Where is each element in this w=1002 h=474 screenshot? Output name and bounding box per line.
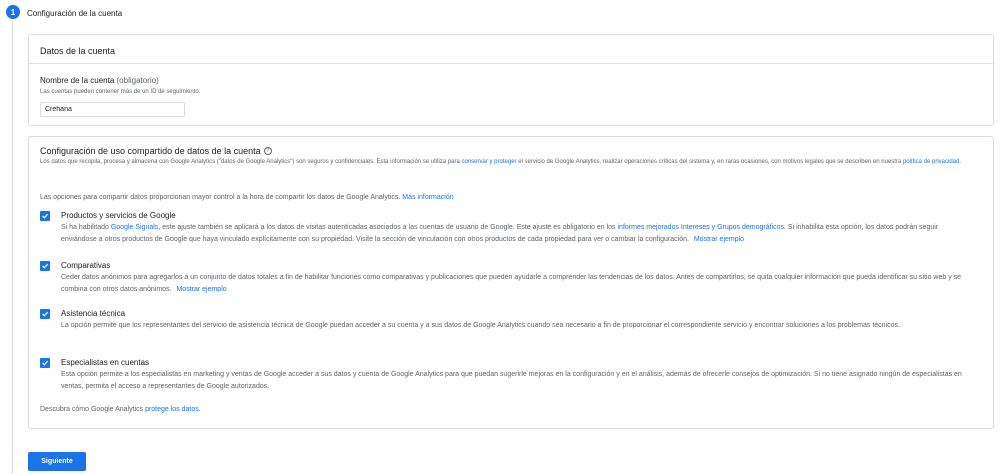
option-title: Comparativas: [61, 261, 111, 270]
help-circle-icon[interactable]: ?: [263, 147, 272, 155]
google-signals-link[interactable]: Google Signals: [111, 224, 158, 231]
google-products-checkbox[interactable]: [40, 211, 50, 221]
sharing-options-intro: Las opciones para compartir datos propor…: [40, 194, 454, 201]
option-description: La opción permite que los representantes…: [61, 322, 900, 329]
more-info-link[interactable]: Más información: [402, 194, 453, 201]
account-name-label-text: Nombre de la cuenta: [40, 76, 115, 85]
conserve-protect-link[interactable]: conservar y proteger: [462, 159, 517, 165]
check-icon: [42, 213, 49, 219]
show-example-link[interactable]: Mostrar ejemplo: [176, 286, 226, 293]
option-description: Esta opción permite a los especialistas …: [61, 371, 962, 390]
data-sharing-card: Configuración de uso compartido de datos…: [28, 136, 994, 429]
account-card-title: Datos de la cuenta: [40, 46, 116, 56]
step-number-badge: 1: [6, 5, 20, 19]
data-sharing-description: Los datos que recopila, procesa y almace…: [40, 158, 980, 167]
option-title: Especialistas en cuentas: [61, 358, 150, 367]
step-connector-line: [12, 22, 13, 474]
check-icon: [42, 360, 49, 366]
account-specialists-checkbox[interactable]: [40, 358, 50, 368]
show-example-link[interactable]: Mostrar ejemplo: [694, 236, 744, 243]
technical-support-checkbox[interactable]: [40, 309, 50, 319]
next-button[interactable]: Siguiente: [28, 452, 86, 471]
check-icon: [42, 263, 49, 269]
data-protection-note-end: .: [198, 406, 201, 413]
option-technical-support: Asistencia técnica La opción permite que…: [40, 309, 970, 349]
account-name-help: Las cuentas pueden contener más de un ID…: [40, 89, 201, 95]
option-desc-part: , este ajuste también se aplicará a los …: [158, 224, 616, 231]
data-protection-note-text: Descubra cómo Google Analytics: [40, 406, 144, 413]
data-sharing-desc-part-2: el servicio de Google Analytics, realiza…: [518, 159, 902, 165]
protects-data-link[interactable]: protege los datos: [145, 406, 199, 413]
sharing-options-intro-text: Las opciones para compartir datos propor…: [40, 194, 401, 201]
data-sharing-title: Configuración de uso compartido de datos…: [40, 146, 272, 156]
account-name-input[interactable]: [40, 102, 185, 117]
check-icon: [42, 311, 49, 317]
option-title: Asistencia técnica: [61, 309, 126, 318]
option-desc-part: Si ha habilitado: [61, 224, 109, 231]
option-account-specialists: Especialistas en cuentas Esta opción per…: [40, 358, 970, 398]
option-benchmarking: Comparativas Ceder datos anónimos para a…: [40, 261, 970, 301]
option-title: Productos y servicios de Google: [61, 211, 176, 220]
privacy-policy-link[interactable]: política de privacidad: [903, 159, 959, 165]
data-protection-note: Descubra cómo Google Analytics protege l…: [40, 406, 201, 413]
account-data-card: Datos de la cuenta Nombre de la cuenta (…: [28, 34, 994, 126]
enhanced-reports-link[interactable]: informes mejorados Intereses y Grupos de…: [618, 224, 785, 231]
benchmarking-checkbox[interactable]: [40, 261, 50, 271]
account-card-header: Datos de la cuenta: [29, 35, 993, 64]
account-name-required-note: (obligatorio): [116, 76, 159, 85]
step-title: Configuración de la cuenta: [27, 9, 123, 18]
account-name-label: Nombre de la cuenta (obligatorio): [40, 76, 159, 85]
option-description: Si ha habilitado Google Signals, este aj…: [61, 222, 966, 246]
data-sharing-title-text: Configuración de uso compartido de datos…: [40, 146, 261, 156]
data-sharing-desc-part-1: Los datos que recopila, procesa y almace…: [40, 159, 460, 165]
option-description: Ceder datos anónimos para agregarlos a u…: [61, 272, 966, 296]
data-sharing-desc-part-3: .: [959, 159, 962, 165]
option-google-products: Productos y servicios de Google Si ha ha…: [40, 211, 970, 251]
